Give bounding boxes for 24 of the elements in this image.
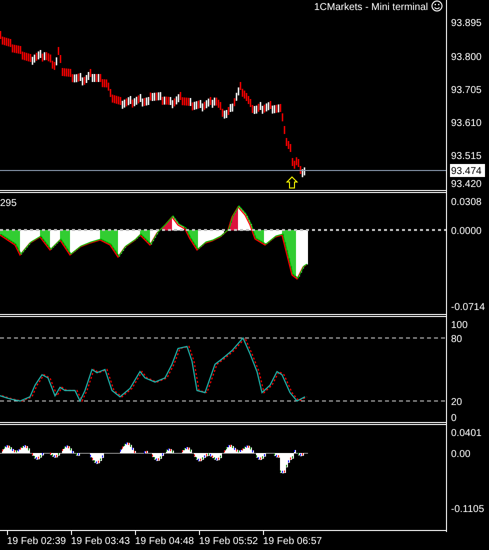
price-axis-label: 93.800 <box>451 52 482 63</box>
price-axis-label: 93.515 <box>451 151 482 162</box>
time-axis-label: 19 Feb 03:43 <box>71 536 130 547</box>
oscillator-axis-label: 20 <box>451 397 462 408</box>
price-axis-label: 93.420 <box>451 179 482 190</box>
price-axis-label: 93.610 <box>451 118 482 129</box>
indicator-label: 295 <box>0 198 17 209</box>
indicator-axis-label: 0.0401 <box>451 428 482 439</box>
indicator-axis-label: -0.0714 <box>451 302 485 313</box>
time-axis-label: 19 Feb 02:39 <box>7 536 66 547</box>
window-title: 1CMarkets - Mini terminal <box>314 2 428 13</box>
indicator-axis-label: -0.1105 <box>451 504 484 515</box>
time-axis-label: 19 Feb 06:57 <box>263 536 322 547</box>
time-axis-label: 19 Feb 05:52 <box>199 536 258 547</box>
price-axis-label: 93.705 <box>451 85 482 96</box>
time-axis-label: 19 Feb 04:48 <box>135 536 194 547</box>
oscillator-axis-label: 100 <box>451 320 468 331</box>
price-axis-label: 93.895 <box>451 18 482 29</box>
oscillator-axis-label: 80 <box>451 334 462 345</box>
indicator-axis-label: 0.0000 <box>451 226 482 237</box>
indicator-axis-label: 0.00 <box>451 449 470 460</box>
indicator-axis-label: 0.0308 <box>451 197 482 208</box>
oscillator-axis-label: 0 <box>451 413 457 422</box>
current-price-label: 93.474 <box>450 164 485 177</box>
